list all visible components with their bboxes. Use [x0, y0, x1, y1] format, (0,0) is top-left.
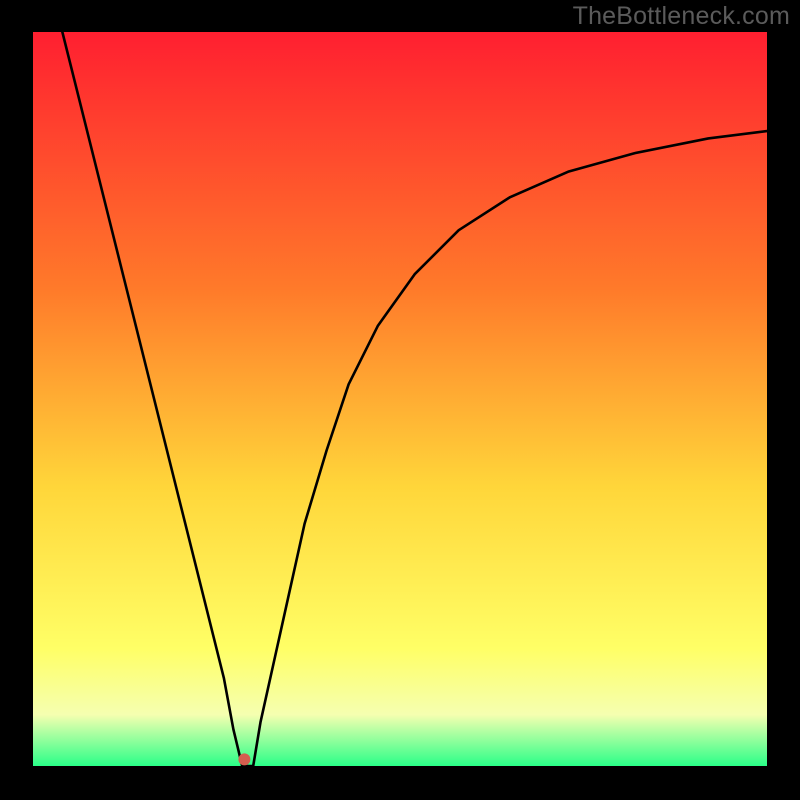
chart-svg	[33, 32, 767, 766]
plot-area	[33, 32, 767, 766]
watermark-text: TheBottleneck.com	[573, 2, 790, 31]
chart-frame: TheBottleneck.com	[0, 0, 800, 800]
minimum-dot	[238, 753, 250, 765]
gradient-background	[33, 32, 767, 766]
